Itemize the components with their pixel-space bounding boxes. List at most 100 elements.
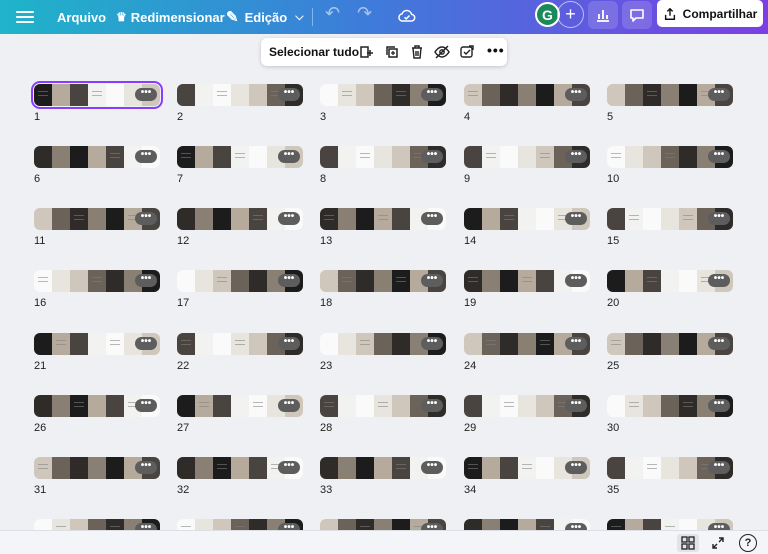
page-slides-strip[interactable]: •••: [177, 270, 303, 292]
page-slides-strip[interactable]: •••: [320, 208, 446, 230]
help-icon[interactable]: ?: [739, 534, 757, 552]
page-slides-strip[interactable]: •••: [464, 395, 590, 417]
page-more-button[interactable]: •••: [565, 88, 587, 101]
comment-icon[interactable]: [622, 1, 652, 29]
page-thumbnail[interactable]: ••• 11: [34, 208, 162, 248]
page-more-button[interactable]: •••: [135, 212, 157, 225]
page-slides-strip[interactable]: •••: [464, 84, 590, 106]
page-more-button[interactable]: •••: [708, 337, 730, 350]
page-slides-strip[interactable]: •••: [177, 457, 303, 479]
hide-icon[interactable]: [434, 44, 450, 60]
page-thumbnail[interactable]: ••• 25: [607, 333, 735, 373]
page-slides-strip[interactable]: •••: [320, 146, 446, 168]
bar-chart-icon[interactable]: [588, 1, 618, 29]
more-icon[interactable]: •••: [487, 42, 505, 58]
page-thumbnail[interactable]: ••• 27: [177, 395, 305, 435]
page-thumbnail[interactable]: ••• 20: [607, 270, 735, 310]
page-thumbnail[interactable]: ••• 32: [177, 457, 305, 497]
page-thumbnail[interactable]: ••• 23: [320, 333, 448, 373]
page-more-button[interactable]: •••: [278, 88, 300, 101]
page-thumbnail[interactable]: ••• 8: [320, 146, 448, 186]
page-slides-strip[interactable]: •••: [34, 270, 160, 292]
page-slides-strip[interactable]: •••: [607, 457, 733, 479]
duplicate-icon[interactable]: [384, 44, 400, 60]
file-menu[interactable]: Arquivo: [57, 0, 106, 34]
page-more-button[interactable]: •••: [421, 150, 443, 163]
page-more-button[interactable]: •••: [278, 337, 300, 350]
trash-icon[interactable]: [409, 44, 425, 60]
page-more-button[interactable]: •••: [135, 150, 157, 163]
page-more-button[interactable]: •••: [278, 461, 300, 474]
page-slides-strip[interactable]: •••: [607, 333, 733, 355]
expand-icon[interactable]: [707, 534, 729, 552]
page-slides-strip[interactable]: •••: [31, 81, 163, 109]
page-more-button[interactable]: •••: [708, 150, 730, 163]
page-more-button[interactable]: •••: [135, 88, 157, 101]
page-more-button[interactable]: •••: [278, 399, 300, 412]
share-button[interactable]: Compartilhar: [657, 0, 763, 27]
page-thumbnail[interactable]: ••• 15: [607, 208, 735, 248]
page-thumbnail[interactable]: ••• 7: [177, 146, 305, 186]
cloud-check-icon[interactable]: [397, 6, 417, 26]
page-thumbnail[interactable]: ••• 14: [464, 208, 592, 248]
page-thumbnail[interactable]: ••• 18: [320, 270, 448, 310]
page-thumbnail[interactable]: ••• 22: [177, 333, 305, 373]
page-more-button[interactable]: •••: [278, 274, 300, 287]
page-more-button[interactable]: •••: [565, 274, 587, 287]
page-slides-strip[interactable]: •••: [464, 146, 590, 168]
page-slides-strip[interactable]: •••: [464, 333, 590, 355]
page-more-button[interactable]: •••: [565, 337, 587, 350]
select-all-button[interactable]: Selecionar tudo: [269, 45, 359, 59]
page-slides-strip[interactable]: •••: [34, 333, 160, 355]
menu-icon[interactable]: [16, 8, 34, 26]
page-more-button[interactable]: •••: [421, 274, 443, 287]
page-slides-strip[interactable]: •••: [607, 395, 733, 417]
page-thumbnail[interactable]: ••• 31: [34, 457, 162, 497]
page-slides-strip[interactable]: •••: [464, 457, 590, 479]
plus-icon[interactable]: +: [557, 1, 584, 28]
page-slides-strip[interactable]: •••: [607, 146, 733, 168]
page-more-button[interactable]: •••: [565, 212, 587, 225]
page-thumbnail[interactable]: ••• 35: [607, 457, 735, 497]
page-more-button[interactable]: •••: [708, 88, 730, 101]
page-thumbnail[interactable]: ••• 33: [320, 457, 448, 497]
page-slides-strip[interactable]: •••: [177, 395, 303, 417]
page-thumbnail[interactable]: ••• 19: [464, 270, 592, 310]
page-thumbnail[interactable]: ••• 6: [34, 146, 162, 186]
page-slides-strip[interactable]: •••: [177, 146, 303, 168]
page-slides-strip[interactable]: •••: [607, 270, 733, 292]
page-more-button[interactable]: •••: [708, 274, 730, 287]
page-thumbnail[interactable]: ••• 4: [464, 84, 592, 124]
page-more-button[interactable]: •••: [565, 461, 587, 474]
page-slides-strip[interactable]: •••: [177, 208, 303, 230]
page-slides-strip[interactable]: •••: [607, 208, 733, 230]
page-thumbnail[interactable]: ••• 13: [320, 208, 448, 248]
page-thumbnail[interactable]: ••• 10: [607, 146, 735, 186]
page-slides-strip[interactable]: •••: [34, 457, 160, 479]
page-thumbnail[interactable]: ••• 21: [34, 333, 162, 373]
page-more-button[interactable]: •••: [565, 150, 587, 163]
page-slides-strip[interactable]: •••: [320, 84, 446, 106]
undo-icon[interactable]: ↶: [325, 3, 340, 24]
page-thumbnail[interactable]: ••• 12: [177, 208, 305, 248]
page-slides-strip[interactable]: •••: [34, 208, 160, 230]
page-thumbnail[interactable]: ••• 26: [34, 395, 162, 435]
page-slides-strip[interactable]: •••: [320, 395, 446, 417]
page-thumbnail[interactable]: ••• 16: [34, 270, 162, 310]
page-thumbnail[interactable]: ••• 1: [31, 81, 163, 124]
redo-icon[interactable]: ↷: [357, 3, 372, 24]
page-more-button[interactable]: •••: [278, 212, 300, 225]
page-more-button[interactable]: •••: [565, 399, 587, 412]
page-slides-strip[interactable]: •••: [177, 333, 303, 355]
page-thumbnail[interactable]: ••• 5: [607, 84, 735, 124]
grid-view-icon[interactable]: [677, 534, 699, 552]
page-thumbnail[interactable]: ••• 28: [320, 395, 448, 435]
page-more-button[interactable]: •••: [421, 399, 443, 412]
page-slides-strip[interactable]: •••: [320, 457, 446, 479]
page-more-button[interactable]: •••: [278, 150, 300, 163]
page-slides-strip[interactable]: •••: [34, 395, 160, 417]
comment-check-icon[interactable]: [459, 44, 475, 60]
page-more-button[interactable]: •••: [708, 461, 730, 474]
page-thumbnail[interactable]: ••• 24: [464, 333, 592, 373]
page-more-button[interactable]: •••: [708, 399, 730, 412]
